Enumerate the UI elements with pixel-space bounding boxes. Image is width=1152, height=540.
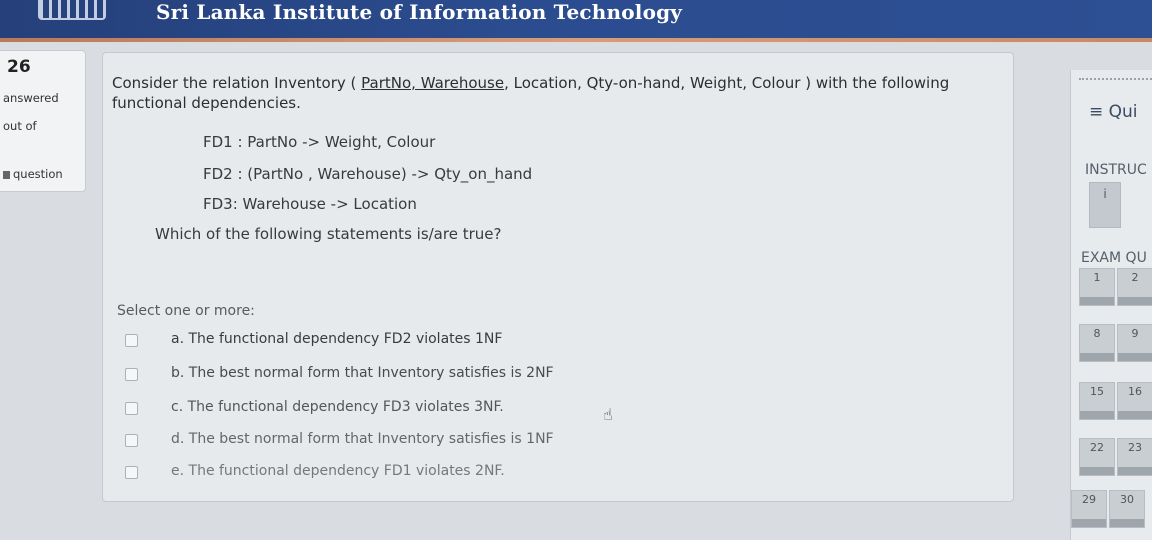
nav-question-number: 16 bbox=[1128, 385, 1142, 398]
exam-questions-label: EXAM QU bbox=[1081, 250, 1147, 266]
nav-question-29[interactable]: 29 bbox=[1071, 490, 1107, 528]
question-info-panel: 26 answered out of question bbox=[0, 50, 86, 192]
header-accent-strip bbox=[0, 38, 1152, 42]
option-d-checkbox[interactable] bbox=[125, 434, 138, 447]
question-intro: Consider the relation Inventory ( PartNo… bbox=[112, 73, 1012, 113]
nav-divider bbox=[1079, 78, 1152, 80]
option-d-label[interactable]: d. The best normal form that Inventory s… bbox=[171, 431, 554, 447]
nav-question-23[interactable]: 23 bbox=[1117, 438, 1152, 476]
quiz-navigation-panel: ≡ Qui INSTRUC i EXAM QU 1 2 8 9 15 16 22… bbox=[1070, 70, 1152, 540]
option-c-label[interactable]: c. The functional dependency FD3 violate… bbox=[171, 399, 504, 415]
flag-icon bbox=[3, 170, 10, 179]
nav-question-9[interactable]: 9 bbox=[1117, 324, 1152, 362]
fd-2: FD2 : (PartNo , Warehouse) -> Qty_on_han… bbox=[203, 165, 533, 183]
institution-name: Sri Lanka Institute of Information Techn… bbox=[156, 0, 683, 24]
fd-3: FD3: Warehouse -> Location bbox=[203, 195, 417, 213]
hamburger-icon: ≡ bbox=[1089, 102, 1104, 122]
nav-question-16[interactable]: 16 bbox=[1117, 382, 1152, 420]
option-a-checkbox[interactable] bbox=[125, 334, 138, 347]
nav-question-8[interactable]: 8 bbox=[1079, 324, 1115, 362]
question-status: answered bbox=[3, 91, 59, 105]
instructions-button[interactable]: i bbox=[1089, 182, 1121, 228]
nav-question-1[interactable]: 1 bbox=[1079, 268, 1115, 306]
header-bar: Sri Lanka Institute of Information Techn… bbox=[0, 0, 1152, 38]
option-e-label[interactable]: e. The functional dependency FD1 violate… bbox=[171, 463, 505, 479]
quiz-nav-title-label: Qui bbox=[1108, 102, 1138, 122]
option-c-checkbox[interactable] bbox=[125, 402, 138, 415]
question-prompt: Which of the following statements is/are… bbox=[155, 225, 502, 243]
question-marks: out of bbox=[3, 119, 37, 133]
fd-1: FD1 : PartNo -> Weight, Colour bbox=[203, 133, 436, 151]
nav-question-15[interactable]: 15 bbox=[1079, 382, 1115, 420]
nav-question-number: 15 bbox=[1090, 385, 1104, 398]
question-text-box: Consider the relation Inventory ( PartNo… bbox=[102, 52, 1014, 502]
nav-question-number: 8 bbox=[1093, 327, 1101, 340]
nav-question-number: 1 bbox=[1093, 271, 1101, 284]
nav-question-number: 23 bbox=[1128, 441, 1142, 454]
instructions-label: INSTRUC bbox=[1085, 162, 1147, 178]
quiz-nav-title[interactable]: ≡ Qui bbox=[1089, 102, 1138, 122]
flag-question-link[interactable]: question bbox=[3, 167, 63, 181]
option-b-label[interactable]: b. The best normal form that Inventory s… bbox=[171, 365, 554, 381]
nav-question-2[interactable]: 2 bbox=[1117, 268, 1152, 306]
nav-question-30[interactable]: 30 bbox=[1109, 490, 1145, 528]
nav-question-number: 29 bbox=[1082, 493, 1096, 506]
instructions-button-label: i bbox=[1103, 187, 1107, 201]
flag-question-label: question bbox=[13, 167, 63, 181]
nav-question-22[interactable]: 22 bbox=[1079, 438, 1115, 476]
hand-cursor-icon: ☝ bbox=[603, 405, 613, 424]
nav-question-number: 22 bbox=[1090, 441, 1104, 454]
nav-question-number: 2 bbox=[1131, 271, 1139, 284]
nav-question-number: 30 bbox=[1120, 493, 1134, 506]
university-logo-icon bbox=[38, 0, 106, 20]
nav-question-number: 9 bbox=[1131, 327, 1139, 340]
option-a-label[interactable]: a. The functional dependency FD2 violate… bbox=[171, 331, 502, 347]
question-number: 26 bbox=[7, 57, 31, 77]
option-e-checkbox[interactable] bbox=[125, 466, 138, 479]
intro-prefix: Consider the relation Inventory ( bbox=[112, 74, 362, 92]
intro-keys: PartNo, Warehouse bbox=[361, 74, 505, 92]
select-label: Select one or more: bbox=[117, 303, 255, 319]
option-b-checkbox[interactable] bbox=[125, 368, 138, 381]
